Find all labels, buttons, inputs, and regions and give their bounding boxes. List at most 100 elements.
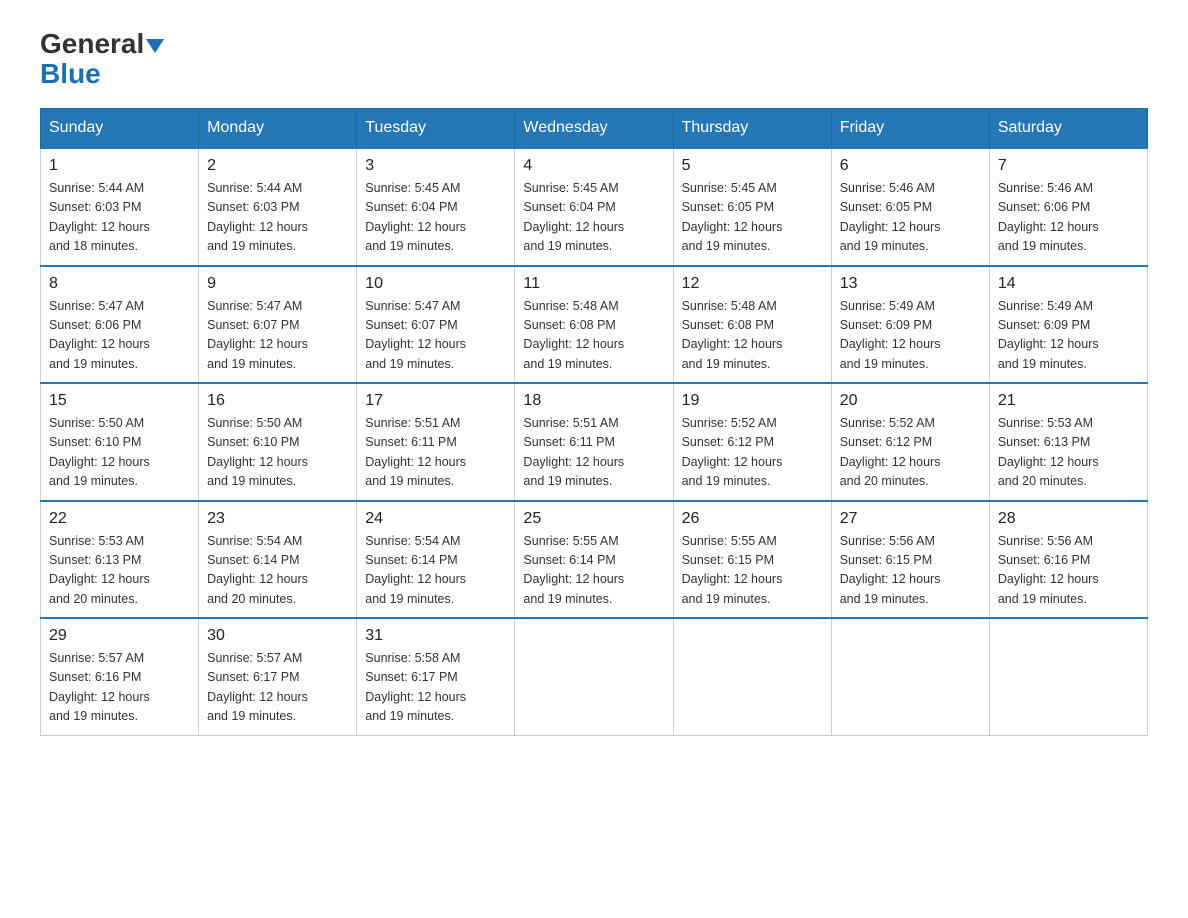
day-info: Sunrise: 5:49 AMSunset: 6:09 PMDaylight:… (840, 299, 941, 371)
calendar-cell: 25 Sunrise: 5:55 AMSunset: 6:14 PMDaylig… (515, 501, 673, 619)
day-info: Sunrise: 5:55 AMSunset: 6:14 PMDaylight:… (523, 534, 624, 606)
day-number: 10 (365, 275, 506, 293)
calendar-cell: 3 Sunrise: 5:45 AMSunset: 6:04 PMDayligh… (357, 148, 515, 266)
day-number: 24 (365, 510, 506, 528)
day-info: Sunrise: 5:46 AMSunset: 6:05 PMDaylight:… (840, 181, 941, 253)
calendar-cell (673, 618, 831, 735)
calendar-cell: 17 Sunrise: 5:51 AMSunset: 6:11 PMDaylig… (357, 383, 515, 501)
day-number: 6 (840, 157, 981, 175)
week-row-4: 22 Sunrise: 5:53 AMSunset: 6:13 PMDaylig… (41, 501, 1148, 619)
day-info: Sunrise: 5:57 AMSunset: 6:17 PMDaylight:… (207, 651, 308, 723)
day-number: 28 (998, 510, 1139, 528)
weekday-header-tuesday: Tuesday (357, 109, 515, 149)
day-number: 26 (682, 510, 823, 528)
day-info: Sunrise: 5:50 AMSunset: 6:10 PMDaylight:… (207, 416, 308, 488)
day-info: Sunrise: 5:56 AMSunset: 6:16 PMDaylight:… (998, 534, 1099, 606)
calendar-cell: 12 Sunrise: 5:48 AMSunset: 6:08 PMDaylig… (673, 266, 831, 384)
day-info: Sunrise: 5:44 AMSunset: 6:03 PMDaylight:… (49, 181, 150, 253)
calendar-cell: 5 Sunrise: 5:45 AMSunset: 6:05 PMDayligh… (673, 148, 831, 266)
day-number: 22 (49, 510, 190, 528)
day-info: Sunrise: 5:45 AMSunset: 6:05 PMDaylight:… (682, 181, 783, 253)
day-number: 19 (682, 392, 823, 410)
calendar-cell: 30 Sunrise: 5:57 AMSunset: 6:17 PMDaylig… (199, 618, 357, 735)
day-info: Sunrise: 5:55 AMSunset: 6:15 PMDaylight:… (682, 534, 783, 606)
calendar-cell: 9 Sunrise: 5:47 AMSunset: 6:07 PMDayligh… (199, 266, 357, 384)
calendar-header-row: SundayMondayTuesdayWednesdayThursdayFrid… (41, 109, 1148, 149)
day-info: Sunrise: 5:57 AMSunset: 6:16 PMDaylight:… (49, 651, 150, 723)
day-number: 29 (49, 627, 190, 645)
day-info: Sunrise: 5:45 AMSunset: 6:04 PMDaylight:… (523, 181, 624, 253)
day-number: 12 (682, 275, 823, 293)
day-info: Sunrise: 5:58 AMSunset: 6:17 PMDaylight:… (365, 651, 466, 723)
day-info: Sunrise: 5:51 AMSunset: 6:11 PMDaylight:… (365, 416, 466, 488)
day-info: Sunrise: 5:48 AMSunset: 6:08 PMDaylight:… (523, 299, 624, 371)
logo-general: General (40, 30, 164, 58)
day-number: 8 (49, 275, 190, 293)
day-info: Sunrise: 5:53 AMSunset: 6:13 PMDaylight:… (998, 416, 1099, 488)
day-info: Sunrise: 5:51 AMSunset: 6:11 PMDaylight:… (523, 416, 624, 488)
calendar-cell: 6 Sunrise: 5:46 AMSunset: 6:05 PMDayligh… (831, 148, 989, 266)
weekday-header-saturday: Saturday (989, 109, 1147, 149)
day-info: Sunrise: 5:49 AMSunset: 6:09 PMDaylight:… (998, 299, 1099, 371)
calendar-cell: 18 Sunrise: 5:51 AMSunset: 6:11 PMDaylig… (515, 383, 673, 501)
day-number: 1 (49, 157, 190, 175)
day-info: Sunrise: 5:52 AMSunset: 6:12 PMDaylight:… (840, 416, 941, 488)
logo-blue: Blue (40, 60, 101, 88)
logo: General Blue (40, 30, 164, 88)
calendar-cell: 10 Sunrise: 5:47 AMSunset: 6:07 PMDaylig… (357, 266, 515, 384)
day-number: 20 (840, 392, 981, 410)
calendar-cell: 29 Sunrise: 5:57 AMSunset: 6:16 PMDaylig… (41, 618, 199, 735)
day-number: 2 (207, 157, 348, 175)
calendar-cell (831, 618, 989, 735)
weekday-header-friday: Friday (831, 109, 989, 149)
calendar-cell: 11 Sunrise: 5:48 AMSunset: 6:08 PMDaylig… (515, 266, 673, 384)
day-info: Sunrise: 5:47 AMSunset: 6:07 PMDaylight:… (365, 299, 466, 371)
day-info: Sunrise: 5:56 AMSunset: 6:15 PMDaylight:… (840, 534, 941, 606)
logo-triangle-icon (146, 39, 164, 53)
day-number: 18 (523, 392, 664, 410)
calendar-cell: 21 Sunrise: 5:53 AMSunset: 6:13 PMDaylig… (989, 383, 1147, 501)
calendar-cell: 8 Sunrise: 5:47 AMSunset: 6:06 PMDayligh… (41, 266, 199, 384)
day-info: Sunrise: 5:50 AMSunset: 6:10 PMDaylight:… (49, 416, 150, 488)
week-row-2: 8 Sunrise: 5:47 AMSunset: 6:06 PMDayligh… (41, 266, 1148, 384)
week-row-1: 1 Sunrise: 5:44 AMSunset: 6:03 PMDayligh… (41, 148, 1148, 266)
calendar-cell: 16 Sunrise: 5:50 AMSunset: 6:10 PMDaylig… (199, 383, 357, 501)
calendar-cell: 1 Sunrise: 5:44 AMSunset: 6:03 PMDayligh… (41, 148, 199, 266)
day-number: 16 (207, 392, 348, 410)
day-info: Sunrise: 5:54 AMSunset: 6:14 PMDaylight:… (207, 534, 308, 606)
day-info: Sunrise: 5:45 AMSunset: 6:04 PMDaylight:… (365, 181, 466, 253)
week-row-3: 15 Sunrise: 5:50 AMSunset: 6:10 PMDaylig… (41, 383, 1148, 501)
calendar-cell: 24 Sunrise: 5:54 AMSunset: 6:14 PMDaylig… (357, 501, 515, 619)
calendar-cell: 28 Sunrise: 5:56 AMSunset: 6:16 PMDaylig… (989, 501, 1147, 619)
calendar-table: SundayMondayTuesdayWednesdayThursdayFrid… (40, 108, 1148, 736)
calendar-cell: 27 Sunrise: 5:56 AMSunset: 6:15 PMDaylig… (831, 501, 989, 619)
day-number: 27 (840, 510, 981, 528)
day-info: Sunrise: 5:52 AMSunset: 6:12 PMDaylight:… (682, 416, 783, 488)
calendar-cell: 31 Sunrise: 5:58 AMSunset: 6:17 PMDaylig… (357, 618, 515, 735)
day-info: Sunrise: 5:47 AMSunset: 6:07 PMDaylight:… (207, 299, 308, 371)
day-number: 13 (840, 275, 981, 293)
day-number: 31 (365, 627, 506, 645)
day-number: 4 (523, 157, 664, 175)
day-number: 17 (365, 392, 506, 410)
day-info: Sunrise: 5:47 AMSunset: 6:06 PMDaylight:… (49, 299, 150, 371)
day-number: 3 (365, 157, 506, 175)
calendar-cell: 26 Sunrise: 5:55 AMSunset: 6:15 PMDaylig… (673, 501, 831, 619)
week-row-5: 29 Sunrise: 5:57 AMSunset: 6:16 PMDaylig… (41, 618, 1148, 735)
calendar-cell: 20 Sunrise: 5:52 AMSunset: 6:12 PMDaylig… (831, 383, 989, 501)
calendar-cell (515, 618, 673, 735)
weekday-header-wednesday: Wednesday (515, 109, 673, 149)
calendar-cell: 2 Sunrise: 5:44 AMSunset: 6:03 PMDayligh… (199, 148, 357, 266)
calendar-cell: 14 Sunrise: 5:49 AMSunset: 6:09 PMDaylig… (989, 266, 1147, 384)
calendar-cell (989, 618, 1147, 735)
day-info: Sunrise: 5:53 AMSunset: 6:13 PMDaylight:… (49, 534, 150, 606)
calendar-cell: 22 Sunrise: 5:53 AMSunset: 6:13 PMDaylig… (41, 501, 199, 619)
day-number: 30 (207, 627, 348, 645)
calendar-cell: 15 Sunrise: 5:50 AMSunset: 6:10 PMDaylig… (41, 383, 199, 501)
day-number: 14 (998, 275, 1139, 293)
day-number: 11 (523, 275, 664, 293)
calendar-cell: 23 Sunrise: 5:54 AMSunset: 6:14 PMDaylig… (199, 501, 357, 619)
day-info: Sunrise: 5:48 AMSunset: 6:08 PMDaylight:… (682, 299, 783, 371)
weekday-header-thursday: Thursday (673, 109, 831, 149)
page-header: General Blue (40, 30, 1148, 88)
